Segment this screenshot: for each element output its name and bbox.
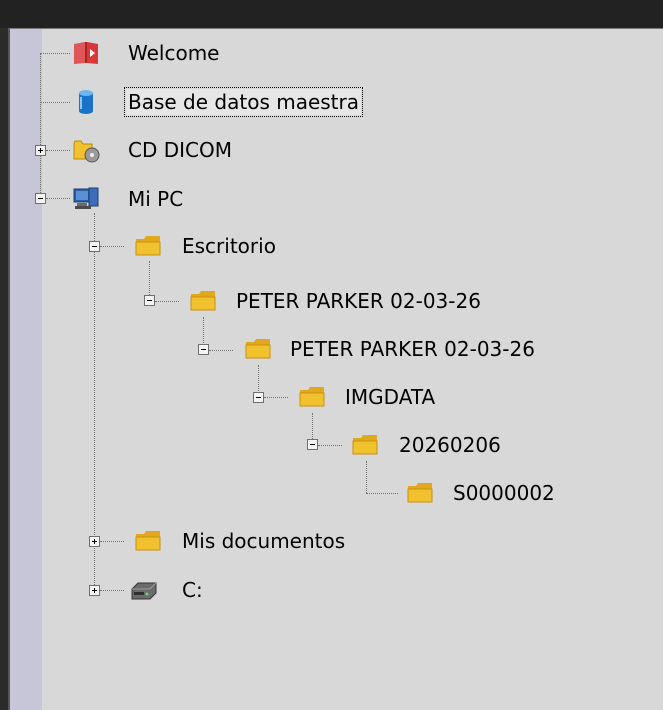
folder-icon bbox=[298, 384, 326, 410]
folder-icon bbox=[351, 432, 379, 458]
tree-item-label[interactable]: 20260206 bbox=[399, 432, 501, 458]
window-top-bar bbox=[0, 0, 663, 28]
tree-connector bbox=[366, 461, 367, 493]
tree-item-label[interactable]: Escritorio bbox=[182, 233, 276, 259]
tree-connector bbox=[366, 493, 398, 494]
tree-connector bbox=[46, 198, 70, 199]
tree-connector bbox=[100, 246, 124, 247]
tree-item-label[interactable]: Mis documentos bbox=[182, 528, 345, 554]
collapse-button[interactable] bbox=[307, 439, 318, 450]
tree-connector bbox=[209, 350, 233, 351]
tree-connector bbox=[100, 541, 124, 542]
folder-icon bbox=[189, 288, 217, 314]
folder-icon bbox=[406, 480, 434, 506]
tree-connector bbox=[318, 445, 342, 446]
folder-icon bbox=[244, 336, 272, 362]
tree-item-label[interactable]: Welcome bbox=[128, 40, 219, 66]
expand-button[interactable] bbox=[89, 536, 100, 547]
collapse-button[interactable] bbox=[144, 295, 155, 306]
welcome-book-icon bbox=[72, 40, 100, 66]
cd-folder-icon bbox=[72, 137, 100, 163]
tree-item-label[interactable]: CD DICOM bbox=[128, 137, 232, 163]
collapse-button[interactable] bbox=[89, 241, 100, 252]
tree-connector bbox=[149, 261, 150, 295]
tree-item-label[interactable]: Base de datos maestra bbox=[123, 87, 364, 117]
tree-connector bbox=[46, 150, 70, 151]
tree-item-label[interactable]: IMGDATA bbox=[345, 384, 435, 410]
tree-item-label[interactable]: PETER PARKER 02-03-26 bbox=[290, 336, 535, 362]
tree-panel: Welcome Base de datos maestra CD DICOM M… bbox=[8, 28, 663, 710]
tree-connector bbox=[40, 53, 70, 54]
drive-icon bbox=[130, 577, 158, 603]
tree-connector bbox=[312, 413, 313, 439]
tree-connector bbox=[258, 365, 259, 391]
computer-icon bbox=[72, 186, 100, 212]
database-icon bbox=[72, 89, 100, 115]
expand-button[interactable] bbox=[89, 585, 100, 596]
tree-view[interactable]: Welcome Base de datos maestra CD DICOM M… bbox=[10, 29, 663, 710]
folder-icon bbox=[134, 528, 162, 554]
tree-connector bbox=[100, 590, 124, 591]
tree-item-label[interactable]: C: bbox=[182, 577, 203, 603]
tree-connector bbox=[40, 102, 70, 103]
folder-icon bbox=[134, 233, 162, 259]
collapse-button[interactable] bbox=[198, 344, 209, 355]
tree-connector bbox=[40, 53, 41, 199]
collapse-button[interactable] bbox=[253, 392, 264, 403]
tree-connector bbox=[264, 397, 288, 398]
tree-connector bbox=[203, 317, 204, 343]
tree-connector bbox=[94, 213, 95, 591]
collapse-button[interactable] bbox=[35, 193, 46, 204]
expand-button[interactable] bbox=[35, 145, 46, 156]
tree-item-label[interactable]: PETER PARKER 02-03-26 bbox=[236, 288, 481, 314]
tree-item-label[interactable]: S0000002 bbox=[453, 480, 555, 506]
tree-item-label[interactable]: Mi PC bbox=[128, 186, 183, 212]
tree-connector bbox=[155, 301, 179, 302]
